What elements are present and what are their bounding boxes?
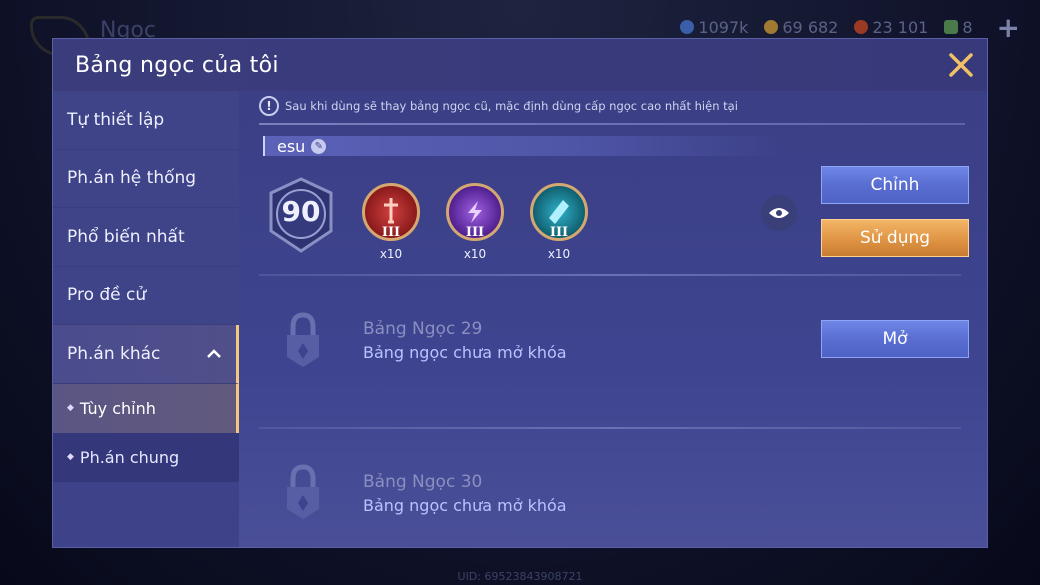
sidebar: Tự thiết lập Ph.án hệ thống Phổ biến nhấ… (53, 91, 239, 547)
page-name: esu (277, 136, 306, 156)
rune-count: x10 (379, 247, 403, 261)
lock-icon (287, 312, 319, 367)
gold-coin-icon (764, 20, 779, 34)
sidebar-subitem-common[interactable]: ◆ Ph.án chung (53, 432, 239, 482)
notice-text: Sau khi dùng sẽ thay bảng ngọc cũ, mặc đ… (285, 99, 738, 113)
edit-button-label: Chỉnh (870, 175, 920, 195)
red-sword-rune-icon[interactable]: III (362, 183, 420, 241)
rune-count: x10 (547, 247, 571, 261)
add-resource-icon[interactable]: + (997, 11, 1020, 44)
rune-page-modal: Bảng ngọc của tôi Tự thiết lập Ph.án hệ … (52, 38, 988, 548)
resource-voucher: 23 101 (854, 18, 928, 37)
chevron-up-icon (207, 348, 221, 358)
resource-value: 23 101 (872, 17, 929, 37)
voucher-icon (854, 20, 869, 34)
level-number: 90 (281, 195, 321, 228)
eye-icon (769, 208, 789, 218)
locked-page-subtitle: Bảng ngọc chưa mở khóa (363, 343, 567, 362)
diamond-bullet-icon: ◆ (67, 452, 74, 462)
rune-tier: III (465, 225, 485, 240)
notice: ! Sau khi dùng sẽ thay bảng ngọc cũ, mặc… (259, 96, 738, 116)
lightning-icon (468, 201, 482, 223)
rune-count: x10 (463, 247, 487, 261)
unlock-button-label: Mở (882, 329, 908, 349)
ticket-icon (944, 20, 959, 34)
modal-title: Bảng ngọc của tôi (75, 52, 279, 78)
sidebar-item-label: Ph.án khác (67, 343, 161, 364)
sidebar-item-custom[interactable]: Tự thiết lập (53, 91, 239, 150)
use-button-label: Sử dụng (859, 228, 931, 248)
resource-value: 1097k (698, 17, 749, 37)
sidebar-item-system[interactable]: Ph.án hệ thống (53, 149, 239, 208)
sword-icon (384, 198, 398, 224)
sidebar-item-label: Ph.án hệ thống (67, 168, 197, 189)
row-divider (259, 274, 961, 276)
preview-button[interactable] (761, 195, 797, 231)
unlock-button[interactable]: Mở (821, 320, 969, 358)
locked-page-title: Bảng Ngọc 30 (363, 472, 483, 492)
rune-tier: III (381, 225, 401, 240)
uid-label: UID: 69523843908721 (457, 570, 583, 583)
sidebar-subitem-label: Tùy chỉnh (79, 398, 156, 418)
rune-tier: III (549, 225, 569, 240)
pencil-icon[interactable]: ✎ (311, 138, 327, 154)
use-button[interactable]: Sử dụng (821, 219, 969, 257)
resource-ticket: 8 (944, 17, 973, 37)
sidebar-filler (53, 481, 239, 547)
close-icon (949, 53, 973, 77)
rune-page-list: ! Sau khi dùng sẽ thay bảng ngọc cũ, mặc… (239, 91, 987, 547)
locked-page-subtitle: Bảng ngọc chưa mở khóa (363, 496, 567, 515)
sidebar-item-label: Phổ biến nhất (67, 226, 185, 247)
resource-gold: 69 682 (764, 18, 838, 37)
teal-crystal-rune-icon[interactable]: III (530, 183, 588, 241)
resource-gems: 1097k (680, 18, 748, 37)
modal-header: Bảng ngọc của tôi (53, 39, 987, 91)
sidebar-item-label: Pro đề cử (67, 285, 147, 306)
sidebar-subitem-label: Ph.án chung (79, 447, 180, 467)
page-name-bar[interactable]: esu ✎ (263, 136, 783, 156)
sidebar-subitem-custom[interactable]: ◆ Tùy chỉnh (53, 383, 239, 433)
sidebar-item-popular[interactable]: Phổ biến nhất (53, 208, 239, 267)
notice-divider (259, 123, 965, 125)
diamond-bullet-icon: ◆ (67, 403, 74, 413)
gem-icon (680, 20, 695, 34)
resource-value: 69 682 (782, 17, 839, 37)
sidebar-item-label: Tự thiết lập (67, 109, 165, 130)
close-button[interactable] (935, 39, 987, 91)
level-badge: 90 (265, 177, 337, 253)
sidebar-item-other[interactable]: Ph.án khác (53, 325, 239, 384)
crystal-icon (549, 200, 569, 224)
purple-lightning-rune-icon[interactable]: III (446, 183, 504, 241)
locked-page-title: Bảng Ngọc 29 (363, 319, 483, 339)
edit-button[interactable]: Chỉnh (821, 166, 969, 204)
row-divider (259, 427, 961, 429)
sidebar-item-pro[interactable]: Pro đề cử (53, 266, 239, 325)
resource-value: 8 (962, 17, 973, 37)
exclamation-icon: ! (259, 96, 279, 116)
lock-icon (287, 464, 319, 519)
